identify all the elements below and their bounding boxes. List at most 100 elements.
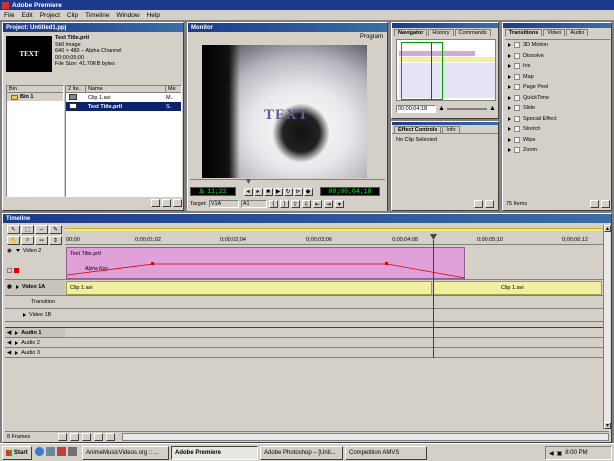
toggle-snap-icon[interactable] — [58, 432, 67, 441]
tab-transitions[interactable]: Transitions — [505, 28, 543, 36]
effect-delete-icon[interactable] — [485, 200, 494, 208]
tab-audio[interactable]: Audio — [566, 28, 589, 36]
stop-icon[interactable]: ■ — [263, 187, 273, 196]
delete-icon[interactable] — [173, 199, 182, 207]
speaker-icon[interactable]: ◀ — [7, 340, 11, 346]
transition-folder[interactable]: Special Effect — [505, 114, 610, 125]
network-icon[interactable]: ▣ — [557, 450, 563, 457]
media-icon[interactable] — [57, 447, 66, 456]
zoom-tool-icon[interactable]: ⌕ — [21, 235, 34, 245]
menu-window[interactable]: Window — [116, 12, 139, 19]
start-button[interactable]: Start — [2, 446, 32, 460]
transition-folder[interactable]: QuickTime — [505, 93, 610, 104]
taskbar-item[interactable]: Adobe Photoshop – [Unti... — [260, 446, 343, 460]
link-tool-icon[interactable]: ⇿ — [35, 235, 48, 245]
next-edit-icon[interactable]: ⇥ — [323, 200, 333, 208]
bin-header[interactable]: Bin — [7, 86, 63, 93]
menu-timeline[interactable]: Timeline — [85, 12, 109, 19]
nav-viewport[interactable] — [401, 42, 443, 100]
ie-icon[interactable] — [35, 447, 44, 456]
clock[interactable]: 8:00 PM — [565, 450, 587, 456]
play-in-out-icon[interactable]: ⊳ — [293, 187, 303, 196]
timeline-hscroll[interactable] — [122, 432, 609, 441]
time-zoom-label[interactable]: 8 Frames — [5, 434, 55, 440]
col-media[interactable]: Me — [166, 86, 181, 92]
razor-tool-icon[interactable]: ✎ — [49, 225, 62, 234]
mark-out-icon[interactable]: } — [279, 200, 289, 208]
navigator-view[interactable] — [396, 39, 496, 101]
video-clip-a[interactable]: Clip 1.avi — [66, 281, 432, 295]
speaker-icon[interactable]: ◀ — [7, 350, 11, 356]
taskbar-item[interactable]: Competition AMVS — [345, 446, 427, 460]
title-clip[interactable]: Text Title.prtl Alpha Key — [66, 247, 466, 280]
tab-info[interactable]: Info — [442, 125, 460, 133]
target-audio-select[interactable]: A1 — [240, 200, 267, 208]
video-clip-b[interactable]: Clip 1.avi — [433, 281, 602, 295]
tab-commands[interactable]: Commands — [454, 28, 491, 36]
prev-edit-icon[interactable]: ⇤ — [312, 200, 322, 208]
opacity-rubberband[interactable] — [67, 248, 466, 280]
bin-item[interactable]: Bin 1 — [7, 93, 63, 101]
taskbar-item[interactable]: AnimeMusicVideos.org :: ... — [82, 446, 169, 460]
opacity-keyframe-icon[interactable] — [7, 268, 12, 273]
eye-icon[interactable]: ◉ — [7, 248, 12, 254]
volume-icon[interactable]: ◀ — [549, 450, 554, 457]
time-ruler[interactable]: 00;00 0;00;01;02 0;00;02;04 0;00;03;06 0… — [65, 225, 603, 245]
new-bin-icon[interactable] — [151, 199, 160, 207]
step-back-icon[interactable]: ◂ — [243, 187, 253, 196]
extract-icon[interactable]: ⇩ — [301, 200, 311, 208]
toggle-shift-icon[interactable] — [82, 432, 91, 441]
tab-effect-controls[interactable]: Effect Controls — [394, 125, 442, 133]
add-marker-icon[interactable]: ▾ — [334, 200, 344, 208]
transition-folder[interactable]: Map — [505, 72, 610, 83]
scroll-down-icon[interactable]: ▾ — [604, 422, 611, 429]
scroll-up-icon[interactable]: ▴ — [604, 225, 611, 232]
zoom-in-icon[interactable]: ▲ — [489, 105, 496, 112]
menu-project[interactable]: Project — [40, 12, 60, 19]
nav-timecode[interactable]: 00;00;04;18 — [396, 104, 436, 113]
menu-edit[interactable]: Edit — [21, 12, 32, 19]
toggle-edge-icon[interactable] — [94, 432, 103, 441]
mark-in-icon[interactable]: { — [268, 200, 278, 208]
transition-folder[interactable]: Iris — [505, 61, 610, 72]
shuttle-icon[interactable]: ◆ — [303, 187, 313, 196]
zoom-out-icon[interactable]: ▲ — [438, 105, 445, 112]
new-folder-icon[interactable] — [590, 199, 599, 208]
transition-folder[interactable]: Slide — [505, 103, 610, 114]
speaker-icon[interactable]: ◀ — [7, 330, 11, 336]
transition-delete-icon[interactable] — [601, 199, 610, 208]
item-row[interactable]: Clip 1.avi M.. — [66, 93, 181, 102]
play-icon[interactable]: ▶ — [273, 187, 283, 196]
timeline-vscroll[interactable]: ▴ ▾ — [603, 225, 611, 429]
lift-icon[interactable]: ⇧ — [290, 200, 300, 208]
selection-tool-icon[interactable]: ↖ — [7, 225, 20, 234]
loop-icon[interactable]: ↻ — [283, 187, 293, 196]
taskbar-item-active[interactable]: Adobe Premiere — [171, 446, 258, 460]
zoom-slider[interactable] — [446, 107, 487, 110]
hand-tool-icon[interactable]: ✋ — [7, 235, 20, 245]
col-count[interactable]: 2 Ite.. — [66, 86, 86, 92]
ripple-edit-icon[interactable]: ⇔ — [35, 225, 48, 234]
transition-folder[interactable]: 3D Motion — [505, 40, 610, 51]
tab-video[interactable]: Video — [543, 28, 566, 36]
timecode-readout[interactable]: 00;00;04;18 — [320, 187, 380, 196]
playhead-scrub[interactable] — [190, 179, 385, 185]
opacity-rubberband-icon[interactable] — [14, 268, 19, 273]
item-row-selected[interactable]: Text Title.prtl S. — [66, 102, 181, 111]
range-select-icon[interactable]: ⬚ — [21, 225, 34, 234]
menu-help[interactable]: Help — [147, 12, 160, 19]
app-icon[interactable] — [68, 447, 77, 456]
menu-clip[interactable]: Clip — [67, 12, 78, 19]
tab-history[interactable]: History — [428, 28, 454, 36]
new-item-icon[interactable] — [162, 199, 171, 207]
step-fwd-icon[interactable]: ▸ — [253, 187, 263, 196]
col-name[interactable]: Name — [86, 86, 166, 92]
effect-trash-icon[interactable] — [474, 200, 483, 208]
transition-folder[interactable]: Dissolve — [505, 51, 610, 62]
eye-icon[interactable]: ◉ — [7, 284, 12, 290]
tab-navigator[interactable]: Navigator — [394, 28, 428, 36]
toggle-sync-icon[interactable] — [70, 432, 79, 441]
in-out-tool-icon[interactable]: ⇕ — [49, 235, 62, 245]
work-area-bar[interactable] — [65, 228, 603, 231]
desktop-icon[interactable] — [46, 447, 55, 456]
